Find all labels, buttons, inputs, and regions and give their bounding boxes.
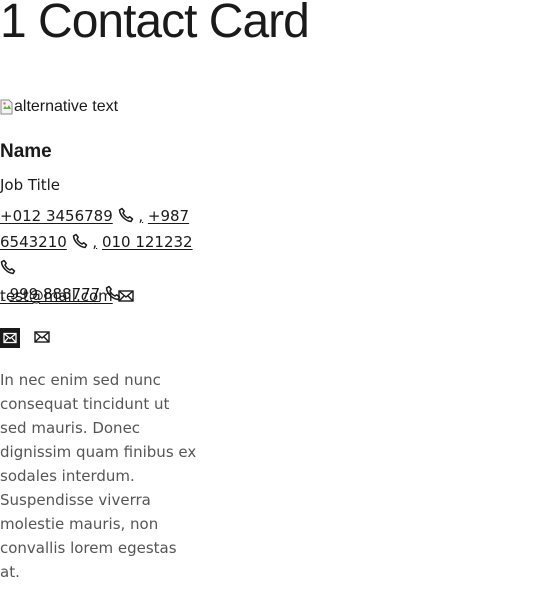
phone-separator: ,	[138, 207, 144, 225]
envelope-icon	[117, 286, 134, 310]
broken-image-icon	[0, 99, 14, 115]
email-action-link[interactable]	[34, 329, 50, 348]
contact-photo: alternative text	[0, 96, 200, 118]
phone-separator: ,	[92, 233, 98, 251]
phone-icon	[0, 258, 16, 282]
phone-icon	[72, 232, 88, 256]
envelope-icon	[34, 330, 50, 343]
action-row	[0, 328, 50, 348]
phone-link-3[interactable]: 010 121232	[102, 233, 193, 251]
page-title: 1 Contact Card	[0, 0, 310, 48]
phone-link-1[interactable]: +012 3456789	[0, 207, 113, 225]
contact-card: alternative text Name Job Title +012 345…	[0, 96, 200, 581]
envelope-icon	[3, 332, 17, 344]
contact-bio: In nec enim sed nunc consequat tincidunt…	[0, 371, 197, 581]
contact-name: Name	[0, 141, 52, 162]
email-action-button[interactable]	[0, 328, 20, 348]
email-link[interactable]: test@mail.com	[0, 287, 113, 305]
email-row: test@mail.com	[0, 284, 134, 310]
job-title: Job Title	[0, 176, 61, 194]
image-alt-text: alternative text	[14, 98, 119, 115]
phone-icon	[118, 206, 134, 230]
